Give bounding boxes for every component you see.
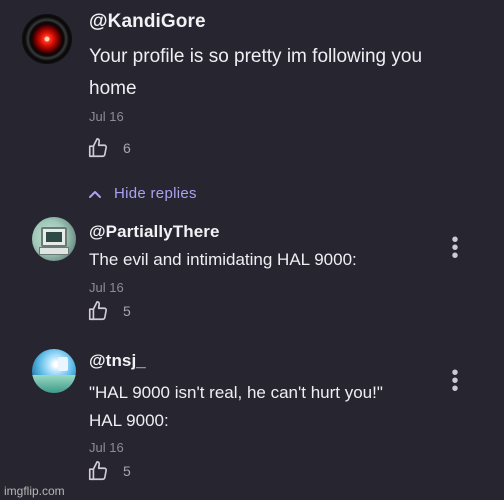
reply-username[interactable]: @PartiallyThere [89, 222, 220, 242]
like-button[interactable]: 5 [87, 460, 131, 482]
avatar[interactable] [22, 14, 72, 64]
watermark: imgflip.com [4, 484, 65, 498]
thumbs-up-icon[interactable] [87, 300, 109, 322]
reply-username[interactable]: @tnsj_ [89, 351, 146, 371]
comment-text-line-2: home [89, 78, 137, 99]
chevron-up-icon [89, 190, 101, 198]
like-count: 5 [123, 463, 131, 479]
reply-text-line-1: The evil and intimidating HAL 9000: [89, 250, 357, 269]
computer-icon [41, 227, 67, 247]
like-button[interactable]: 5 [87, 300, 131, 322]
vaporwave-icon [32, 375, 76, 393]
more-options-icon[interactable]: • • • [451, 230, 459, 266]
reply-date: Jul 16 [89, 440, 124, 455]
avatar[interactable] [32, 217, 76, 261]
comment-date: Jul 16 [89, 109, 124, 124]
comment-text-line-1: Your profile is so pretty im following y… [89, 46, 423, 67]
avatar[interactable] [32, 349, 76, 393]
hide-replies-button[interactable]: Hide replies [88, 185, 197, 202]
like-count: 5 [123, 303, 131, 319]
comment-username[interactable]: @KandiGore [89, 11, 206, 33]
reply-text-line-1: "HAL 9000 isn't real, he can't hurt you!… [89, 383, 383, 402]
hide-replies-label: Hide replies [114, 185, 197, 202]
thumbs-up-icon[interactable] [87, 137, 109, 159]
like-button[interactable]: 6 [87, 137, 131, 159]
more-options-icon[interactable]: • • • [451, 363, 459, 399]
thumbs-up-icon[interactable] [87, 460, 109, 482]
reply-date: Jul 16 [89, 280, 124, 295]
like-count: 6 [123, 140, 131, 156]
reply-text-line-2: HAL 9000: [89, 411, 169, 430]
